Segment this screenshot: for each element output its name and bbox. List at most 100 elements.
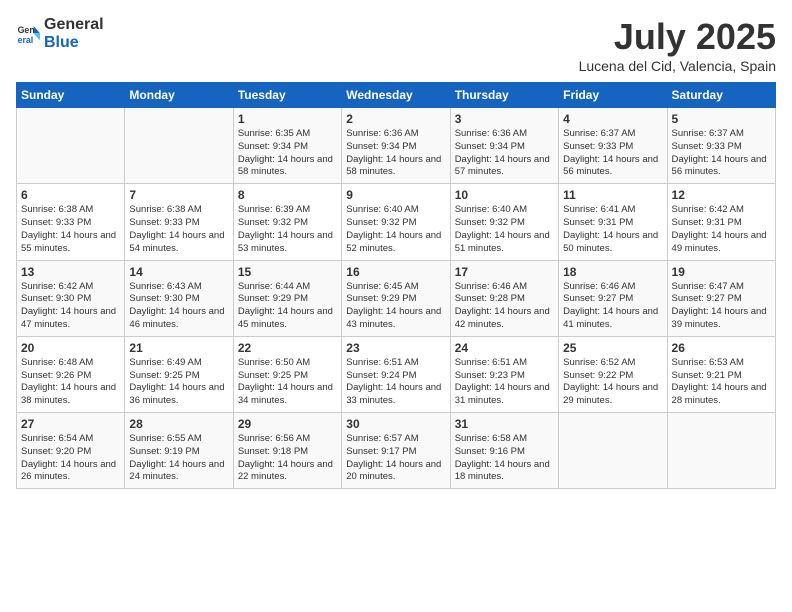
- day-number: 18: [563, 265, 662, 279]
- calendar-cell: 26Sunrise: 6:53 AM Sunset: 9:21 PM Dayli…: [667, 336, 775, 412]
- day-info: Sunrise: 6:52 AM Sunset: 9:22 PM Dayligh…: [563, 357, 662, 408]
- calendar-cell: [125, 108, 233, 184]
- day-info: Sunrise: 6:58 AM Sunset: 9:16 PM Dayligh…: [455, 433, 554, 484]
- day-info: Sunrise: 6:41 AM Sunset: 9:31 PM Dayligh…: [563, 204, 662, 255]
- calendar-week-4: 27 Sunrise: 6:54 AM Sunset: 9:20 PM Dayli…: [17, 413, 776, 489]
- day-number: 14: [129, 265, 228, 279]
- day-info: Sunrise: 6:51 AM Sunset: 9:23 PM Dayligh…: [455, 357, 554, 408]
- header-thursday: Thursday: [450, 83, 558, 108]
- calendar-cell: 6 Sunrise: 6:38 AM Sunset: 9:33 PM Daylig…: [17, 184, 125, 260]
- calendar-cell: 15Sunrise: 6:44 AM Sunset: 9:29 PM Dayli…: [233, 260, 341, 336]
- day-number: 11: [563, 188, 662, 202]
- calendar-cell: 21 Sunrise: 6:49 AM Sunset: 9:25 PM Dayli…: [125, 336, 233, 412]
- day-number: 28: [129, 417, 228, 431]
- calendar-cell: 2 Sunrise: 6:36 AM Sunset: 9:34 PM Daylig…: [342, 108, 450, 184]
- calendar-week-3: 20 Sunrise: 6:48 AM Sunset: 9:26 PM Dayli…: [17, 336, 776, 412]
- calendar-cell: 5Sunrise: 6:37 AM Sunset: 9:33 PM Daylig…: [667, 108, 775, 184]
- calendar-cell: 9Sunrise: 6:40 AM Sunset: 9:32 PM Daylig…: [342, 184, 450, 260]
- calendar-cell: 10Sunrise: 6:40 AM Sunset: 9:32 PM Dayli…: [450, 184, 558, 260]
- calendar-cell: 24 Sunrise: 6:51 AM Sunset: 9:23 PM Dayli…: [450, 336, 558, 412]
- svg-text:Gen: Gen: [18, 25, 35, 35]
- calendar-cell: 3 Sunrise: 6:36 AM Sunset: 9:34 PM Daylig…: [450, 108, 558, 184]
- day-info: Sunrise: 6:45 AM Sunset: 9:29 PM Dayligh…: [346, 281, 445, 332]
- day-number: 21: [129, 341, 228, 355]
- calendar-cell: 7Sunrise: 6:38 AM Sunset: 9:33 PM Daylig…: [125, 184, 233, 260]
- header-monday: Monday: [125, 83, 233, 108]
- day-info: Sunrise: 6:53 AM Sunset: 9:21 PM Dayligh…: [672, 357, 771, 408]
- day-info: Sunrise: 6:54 AM Sunset: 9:20 PM Dayligh…: [21, 433, 120, 484]
- calendar-cell: 4Sunrise: 6:37 AM Sunset: 9:33 PM Daylig…: [559, 108, 667, 184]
- day-number: 17: [455, 265, 554, 279]
- day-info: Sunrise: 6:37 AM Sunset: 9:33 PM Dayligh…: [563, 128, 662, 179]
- day-info: Sunrise: 6:38 AM Sunset: 9:33 PM Dayligh…: [21, 204, 120, 255]
- calendar-cell: 18 Sunrise: 6:46 AM Sunset: 9:27 PM Dayli…: [559, 260, 667, 336]
- calendar-cell: 17 Sunrise: 6:46 AM Sunset: 9:28 PM Dayli…: [450, 260, 558, 336]
- day-info: Sunrise: 6:40 AM Sunset: 9:32 PM Dayligh…: [455, 204, 554, 255]
- day-info: Sunrise: 6:36 AM Sunset: 9:34 PM Dayligh…: [455, 128, 554, 179]
- day-number: 27: [21, 417, 120, 431]
- day-info: Sunrise: 6:46 AM Sunset: 9:27 PM Dayligh…: [563, 281, 662, 332]
- calendar-cell: 22Sunrise: 6:50 AM Sunset: 9:25 PM Dayli…: [233, 336, 341, 412]
- day-number: 19: [672, 265, 771, 279]
- title-area: July 2025 Lucena del Cid, Valencia, Spai…: [579, 16, 776, 74]
- day-info: Sunrise: 6:42 AM Sunset: 9:30 PM Dayligh…: [21, 281, 120, 332]
- day-info: Sunrise: 6:51 AM Sunset: 9:24 PM Dayligh…: [346, 357, 445, 408]
- header-tuesday: Tuesday: [233, 83, 341, 108]
- day-number: 24: [455, 341, 554, 355]
- day-number: 13: [21, 265, 120, 279]
- calendar-cell: 23 Sunrise: 6:51 AM Sunset: 9:24 PM Dayli…: [342, 336, 450, 412]
- day-info: Sunrise: 6:55 AM Sunset: 9:19 PM Dayligh…: [129, 433, 228, 484]
- calendar-cell: 27 Sunrise: 6:54 AM Sunset: 9:20 PM Dayli…: [17, 413, 125, 489]
- calendar-cell: 19 Sunrise: 6:47 AM Sunset: 9:27 PM Dayli…: [667, 260, 775, 336]
- header-wednesday: Wednesday: [342, 83, 450, 108]
- day-info: Sunrise: 6:46 AM Sunset: 9:28 PM Dayligh…: [455, 281, 554, 332]
- day-info: Sunrise: 6:48 AM Sunset: 9:26 PM Dayligh…: [21, 357, 120, 408]
- calendar-table: SundayMondayTuesdayWednesdayThursdayFrid…: [16, 82, 776, 489]
- day-number: 3: [455, 112, 554, 126]
- location-title: Lucena del Cid, Valencia, Spain: [579, 58, 776, 74]
- day-number: 30: [346, 417, 445, 431]
- header-sunday: Sunday: [17, 83, 125, 108]
- calendar-cell: 11 Sunrise: 6:41 AM Sunset: 9:31 PM Dayli…: [559, 184, 667, 260]
- calendar-cell: 13 Sunrise: 6:42 AM Sunset: 9:30 PM Dayli…: [17, 260, 125, 336]
- page-header: Gen eral General Blue July 2025 Lucena d…: [16, 16, 776, 74]
- calendar-cell: 12Sunrise: 6:42 AM Sunset: 9:31 PM Dayli…: [667, 184, 775, 260]
- calendar-header-row: SundayMondayTuesdayWednesdayThursdayFrid…: [17, 83, 776, 108]
- logo-text-blue: Blue: [44, 34, 79, 51]
- day-info: Sunrise: 6:36 AM Sunset: 9:34 PM Dayligh…: [346, 128, 445, 179]
- calendar-cell: 14 Sunrise: 6:43 AM Sunset: 9:30 PM Dayli…: [125, 260, 233, 336]
- day-number: 6: [21, 188, 120, 202]
- day-info: Sunrise: 6:50 AM Sunset: 9:25 PM Dayligh…: [238, 357, 337, 408]
- calendar-cell: [559, 413, 667, 489]
- month-title: July 2025: [579, 16, 776, 58]
- calendar-cell: 28 Sunrise: 6:55 AM Sunset: 9:19 PM Dayli…: [125, 413, 233, 489]
- calendar-cell: 29Sunrise: 6:56 AM Sunset: 9:18 PM Dayli…: [233, 413, 341, 489]
- day-number: 23: [346, 341, 445, 355]
- day-number: 8: [238, 188, 337, 202]
- day-info: Sunrise: 6:56 AM Sunset: 9:18 PM Dayligh…: [238, 433, 337, 484]
- day-info: Sunrise: 6:43 AM Sunset: 9:30 PM Dayligh…: [129, 281, 228, 332]
- day-number: 15: [238, 265, 337, 279]
- day-number: 16: [346, 265, 445, 279]
- day-info: Sunrise: 6:39 AM Sunset: 9:32 PM Dayligh…: [238, 204, 337, 255]
- day-info: Sunrise: 6:47 AM Sunset: 9:27 PM Dayligh…: [672, 281, 771, 332]
- day-number: 20: [21, 341, 120, 355]
- calendar-week-0: 1Sunrise: 6:35 AM Sunset: 9:34 PM Daylig…: [17, 108, 776, 184]
- day-info: Sunrise: 6:49 AM Sunset: 9:25 PM Dayligh…: [129, 357, 228, 408]
- day-info: Sunrise: 6:42 AM Sunset: 9:31 PM Dayligh…: [672, 204, 771, 255]
- calendar-cell: 25 Sunrise: 6:52 AM Sunset: 9:22 PM Dayli…: [559, 336, 667, 412]
- logo: Gen eral General Blue: [16, 16, 104, 52]
- day-number: 2: [346, 112, 445, 126]
- day-info: Sunrise: 6:40 AM Sunset: 9:32 PM Dayligh…: [346, 204, 445, 255]
- day-info: Sunrise: 6:37 AM Sunset: 9:33 PM Dayligh…: [672, 128, 771, 179]
- calendar-cell: [17, 108, 125, 184]
- header-friday: Friday: [559, 83, 667, 108]
- calendar-cell: 16 Sunrise: 6:45 AM Sunset: 9:29 PM Dayli…: [342, 260, 450, 336]
- calendar-cell: 31Sunrise: 6:58 AM Sunset: 9:16 PM Dayli…: [450, 413, 558, 489]
- logo-text-general: General: [44, 16, 104, 33]
- calendar-week-1: 6 Sunrise: 6:38 AM Sunset: 9:33 PM Daylig…: [17, 184, 776, 260]
- day-number: 1: [238, 112, 337, 126]
- day-number: 25: [563, 341, 662, 355]
- day-number: 7: [129, 188, 228, 202]
- day-info: Sunrise: 6:57 AM Sunset: 9:17 PM Dayligh…: [346, 433, 445, 484]
